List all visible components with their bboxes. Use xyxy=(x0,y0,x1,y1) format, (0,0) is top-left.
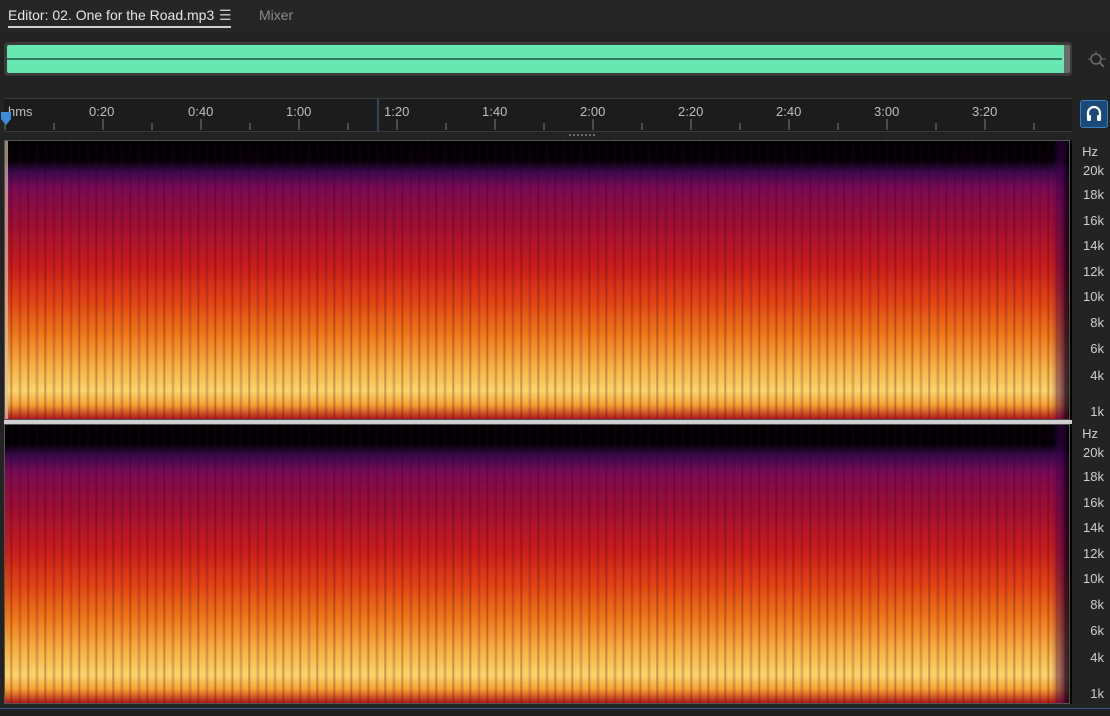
frequency-unit: Hz xyxy=(1082,426,1098,441)
frequency-label: 1k xyxy=(1090,404,1104,419)
panel-menu-icon[interactable]: ☰ xyxy=(219,7,232,24)
frequency-label: 12k xyxy=(1083,546,1104,561)
time-label: 1:40 xyxy=(482,104,508,119)
overview-range-handle[interactable] xyxy=(1064,45,1070,73)
frequency-label: 8k xyxy=(1090,315,1104,330)
time-label: 3:00 xyxy=(874,104,900,119)
frequency-label: 10k xyxy=(1083,289,1104,304)
frequency-label: 12k xyxy=(1083,264,1104,279)
frequency-label: 16k xyxy=(1083,213,1104,228)
frequency-label: 20k xyxy=(1083,445,1104,460)
spectrogram-fade-end xyxy=(1051,425,1069,703)
frequency-axis-bottom: Hz 20k 18k 16k 14k 12k 10k 8k 6k 4k 1k xyxy=(1074,424,1110,704)
frequency-unit: Hz xyxy=(1082,144,1098,159)
time-label: 2:40 xyxy=(776,104,802,119)
time-label: 2:00 xyxy=(580,104,606,119)
frequency-label: 4k xyxy=(1090,368,1104,383)
playhead-icon[interactable] xyxy=(0,112,12,126)
frequency-label: 1k xyxy=(1090,686,1104,701)
frequency-label: 20k xyxy=(1083,163,1104,178)
editor-tab-bar: Editor: 02. One for the Road.mp3 ☰ Mixer xyxy=(0,0,1110,32)
panel-resize-grip[interactable] xyxy=(568,133,598,138)
time-ruler-ticks xyxy=(4,99,1035,131)
spectrogram-right-channel[interactable] xyxy=(4,424,1070,704)
time-label: 2:20 xyxy=(678,104,704,119)
spectral-display[interactable] xyxy=(4,140,1072,704)
playhead-line xyxy=(5,141,8,419)
frequency-label: 6k xyxy=(1090,623,1104,638)
time-label: 0:40 xyxy=(188,104,214,119)
spectrogram-left-channel[interactable] xyxy=(4,140,1070,420)
zoom-navigator-icon[interactable] xyxy=(1087,50,1107,70)
frequency-label: 16k xyxy=(1083,495,1104,510)
frequency-label: 8k xyxy=(1090,597,1104,612)
tab-mixer[interactable]: Mixer xyxy=(259,6,293,24)
tab-editor[interactable]: Editor: 02. One for the Road.mp3 xyxy=(8,6,214,24)
time-label: 3:20 xyxy=(972,104,998,119)
overview-waveform-line xyxy=(7,58,1062,60)
frequency-label: 18k xyxy=(1083,187,1104,202)
time-label: 1:20 xyxy=(384,104,410,119)
time-label: 1:00 xyxy=(286,104,312,119)
active-tab-indicator xyxy=(8,26,231,28)
frequency-label: 4k xyxy=(1090,650,1104,665)
headphones-icon[interactable] xyxy=(1080,100,1108,128)
frequency-axis-top: Hz 20k 18k 16k 14k 12k 10k 8k 6k 4k 1k xyxy=(1074,142,1110,422)
time-ruler[interactable]: hms 0:20 0:40 1:00 1:20 1:40 2:00 2:20 2… xyxy=(4,98,1072,132)
waveform-overview[interactable] xyxy=(4,42,1072,76)
frequency-label: 10k xyxy=(1083,571,1104,586)
frequency-label: 14k xyxy=(1083,238,1104,253)
frequency-label: 6k xyxy=(1090,341,1104,356)
time-label: 0:20 xyxy=(89,104,115,119)
spectrogram-fade-end xyxy=(1051,141,1069,419)
frequency-label: 14k xyxy=(1083,520,1104,535)
frequency-label: 18k xyxy=(1083,469,1104,484)
